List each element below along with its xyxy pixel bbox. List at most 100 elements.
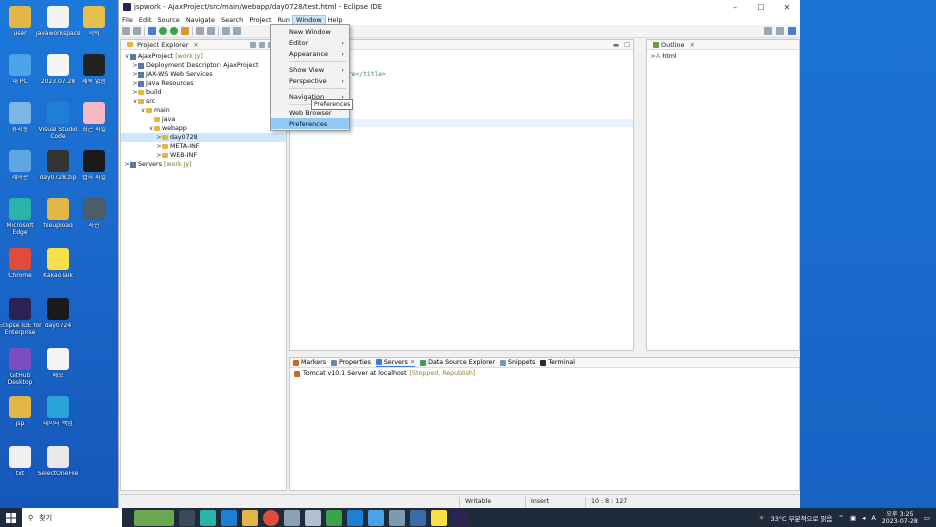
chrome-icon[interactable] <box>263 509 279 526</box>
close-icon[interactable]: ✕ <box>193 41 198 49</box>
network-icon[interactable]: ▣ <box>850 514 856 522</box>
menu-item-preferences[interactable]: Preferences <box>271 118 349 129</box>
menu-item-editor[interactable]: Editor › <box>271 37 349 48</box>
minimize-button[interactable]: – <box>722 3 748 12</box>
tree-item[interactable]: ∨ AjaxProject [work jy] <box>121 52 286 61</box>
java-ee-perspective-icon[interactable] <box>788 27 796 35</box>
tree-item[interactable]: java <box>121 115 286 124</box>
desktop-icon[interactable]: day0724 <box>38 296 78 340</box>
desktop-icon[interactable]: KakaoTalk <box>38 246 78 290</box>
desktop-icon[interactable]: 제목 없음 <box>74 52 114 96</box>
collapse-all-icon[interactable] <box>250 41 256 48</box>
tab-markers[interactable]: Markers <box>293 359 326 366</box>
tab-snippets[interactable]: Snippets <box>499 359 535 366</box>
external-tools-icon[interactable] <box>181 27 189 35</box>
tree-item[interactable]: > Deployment Descriptor: AjaxProject <box>121 61 286 70</box>
app-icon[interactable] <box>326 509 342 526</box>
menu-source[interactable]: Source <box>154 16 182 24</box>
menu-item-perspective[interactable]: Perspective › <box>271 75 349 86</box>
debug-icon[interactable] <box>148 27 156 35</box>
menu-item-appearance[interactable]: Appearance › <box>271 48 349 59</box>
app-icon[interactable] <box>368 509 384 526</box>
new-icon[interactable] <box>122 27 130 35</box>
tree-item[interactable]: > Servers [work jy] <box>121 160 286 169</box>
kakaotalk-icon[interactable] <box>431 509 447 526</box>
tree-item[interactable]: > WEB-INF <box>121 151 286 160</box>
desktop-icon[interactable]: Chrome <box>0 246 40 290</box>
desktop-icon[interactable]: SelectOneFile <box>38 444 78 488</box>
tab-data-source-explorer[interactable]: Data Source Explorer <box>420 359 495 366</box>
desktop-icon[interactable]: GitHub Desktop <box>0 346 40 390</box>
tree-item[interactable]: > Java Resources <box>121 79 286 88</box>
desktop-icon[interactable]: 데이터 백업 <box>38 394 78 438</box>
tab-properties[interactable]: Properties <box>331 359 371 366</box>
close-icon[interactable]: ✕ <box>690 41 695 49</box>
desktop-icon[interactable]: fileupload <box>38 196 78 240</box>
menu-item-new-window[interactable]: New Window <box>271 26 349 37</box>
desktop-icon[interactable]: day0728.zip <box>38 148 78 192</box>
weather-text[interactable]: 33°C 부분적으로 맑음 <box>770 513 832 523</box>
volume-icon[interactable]: ◂ <box>862 514 865 522</box>
menu-edit[interactable]: Edit <box>136 16 155 24</box>
desktop-icon[interactable]: 캡처 파일 <box>74 148 114 192</box>
search-icon[interactable] <box>207 27 215 35</box>
coverage-icon[interactable] <box>170 27 178 35</box>
app-icon[interactable] <box>284 509 300 526</box>
outline-item[interactable]: > A html <box>647 52 799 61</box>
menu-file[interactable]: File <box>119 16 136 24</box>
clock[interactable]: 오후 3:25 2023-07-28 <box>882 511 918 525</box>
save-icon[interactable] <box>133 27 141 35</box>
desktop-icon[interactable]: 사진 <box>74 196 114 240</box>
maximize-icon[interactable]: ☐ <box>624 41 630 49</box>
tab-project-explorer[interactable]: Project Explorer ✕ <box>124 41 202 49</box>
tree-item[interactable]: > day0728 <box>121 133 286 142</box>
menu-help[interactable]: Help <box>325 16 346 24</box>
tree-item[interactable]: > JAX-WS Web Services <box>121 70 286 79</box>
desktop-icon[interactable]: 제어판 <box>0 148 40 192</box>
desktop-icon[interactable]: Eclipse IDE for Enterprise <box>0 296 42 340</box>
close-button[interactable]: ✕ <box>774 3 800 12</box>
desktop-icon[interactable]: Microsoft Edge <box>0 196 40 240</box>
language-indicator[interactable]: A <box>871 514 875 522</box>
menu-project[interactable]: Project <box>246 16 274 24</box>
desktop-icon[interactable]: 휴지통 <box>0 100 40 144</box>
maximize-button[interactable]: ☐ <box>748 3 774 12</box>
desktop-icon[interactable]: 메모 <box>38 346 78 390</box>
menu-window[interactable]: Window <box>292 14 326 25</box>
desktop-icon[interactable]: user <box>0 4 40 48</box>
forward-icon[interactable] <box>233 27 241 35</box>
ie-icon[interactable] <box>221 509 237 526</box>
menu-search[interactable]: Search <box>218 16 246 24</box>
tree-item[interactable]: ∨ webapp <box>121 124 286 133</box>
taskbar-search[interactable]: ⚲ 찾기 <box>22 508 122 527</box>
tab-terminal[interactable]: Terminal <box>540 359 575 366</box>
tray-chevron-icon[interactable]: ^ <box>839 514 844 522</box>
tree-item[interactable]: ∨ main <box>121 106 286 115</box>
menu-item-show-view[interactable]: Show View › <box>271 64 349 75</box>
open-type-icon[interactable] <box>196 27 204 35</box>
link-icon[interactable] <box>259 41 265 48</box>
menu-run[interactable]: Run <box>275 16 293 24</box>
file-explorer-icon[interactable] <box>242 509 258 526</box>
search-icon[interactable] <box>764 27 772 35</box>
close-icon[interactable]: ✕ <box>410 359 415 366</box>
desktop-icon[interactable]: javaworkspace <box>36 4 80 48</box>
tab-outline[interactable]: Outline ✕ <box>650 41 698 49</box>
desktop-icon[interactable]: Visual Studio Code <box>38 100 78 144</box>
desktop-icon[interactable]: 최근 파일 <box>74 100 114 144</box>
app-icon[interactable] <box>389 509 405 526</box>
start-button[interactable] <box>0 512 22 523</box>
widget-icon[interactable] <box>134 509 174 526</box>
vscode-icon[interactable] <box>347 509 363 526</box>
perspective-icon[interactable] <box>776 27 784 35</box>
app-icon[interactable] <box>305 509 321 526</box>
desktop-icon[interactable]: txt <box>0 444 40 488</box>
desktop-icon[interactable]: 2023.07.28 <box>38 52 78 96</box>
tree-item[interactable]: ∨ src <box>121 97 286 106</box>
desktop-icon[interactable]: 내 PC <box>0 52 40 96</box>
tree-item[interactable]: > build <box>121 88 286 97</box>
task-view-icon[interactable] <box>179 509 195 526</box>
back-icon[interactable] <box>222 27 230 35</box>
notification-icon[interactable]: ▭ <box>924 514 930 522</box>
server-row[interactable]: Tomcat v10.1 Server at localhost [Stoppe… <box>290 368 799 379</box>
